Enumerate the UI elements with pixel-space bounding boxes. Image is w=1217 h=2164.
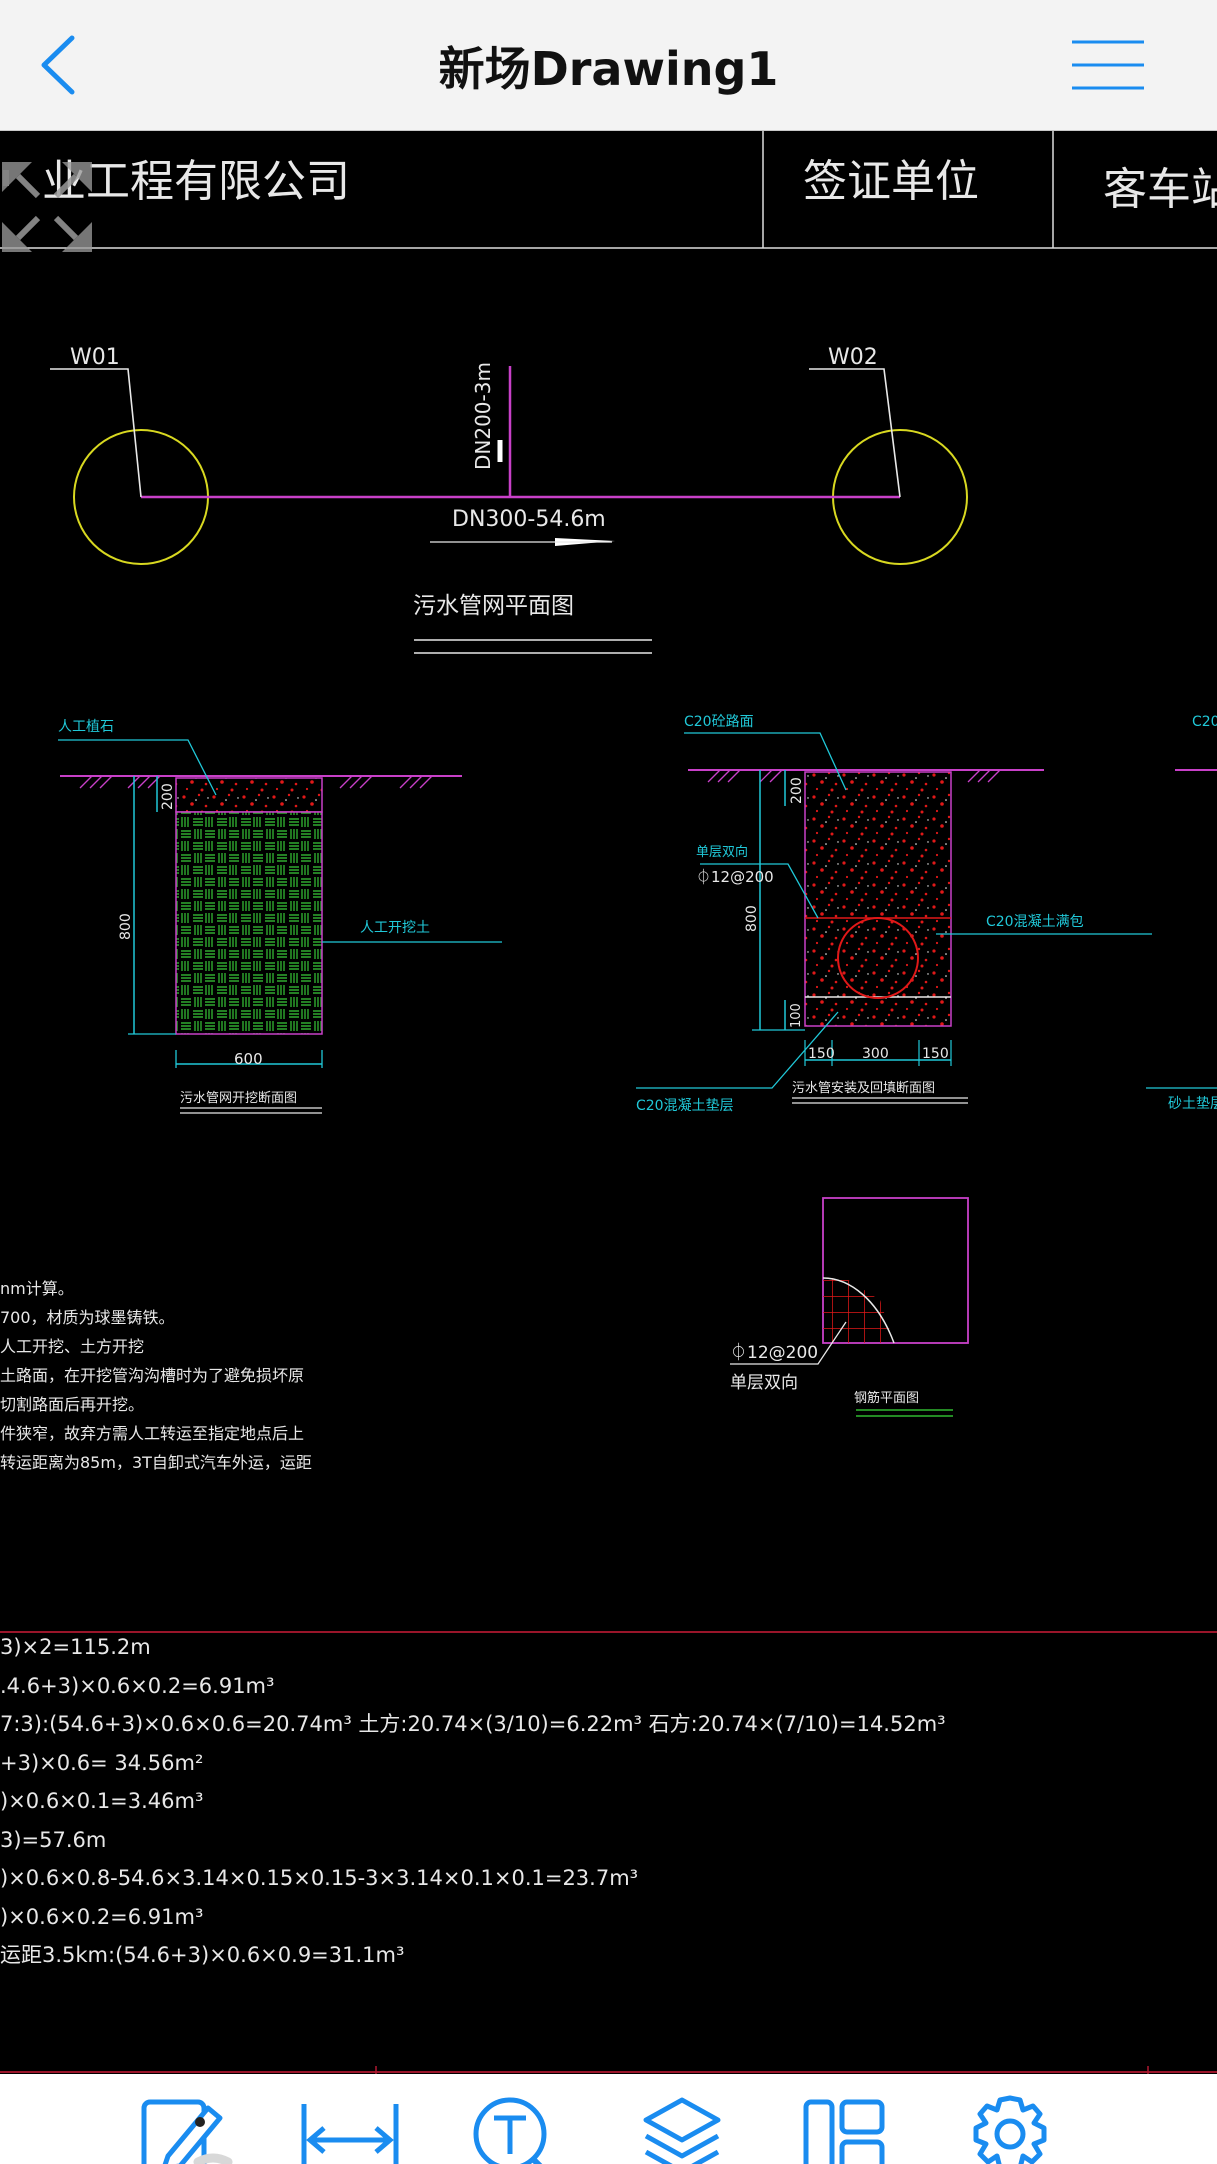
right-section-title: 污水管安装及回填断面图 [792,1081,935,1096]
far-right-top-label: C20 [1192,714,1217,730]
menu-icon[interactable] [1070,36,1146,94]
layers-icon[interactable] [632,2094,732,2164]
note-line: 转运距离为85m，3T自卸式汽车外运，运距 [0,1453,312,1472]
right-dim-200: 200 [789,777,805,804]
note-line: 土路面，在开挖管沟沟槽时为了避免损坏原 [0,1366,304,1385]
cad-canvas[interactable]: 业工程有限公司 签证单位 客车站 W01 W02 DN200-3m DN300-… [0,131,1217,2074]
calc-line: 运距3.5km:(54.6+3)×0.6×0.9=31.1m³ [0,1943,404,1967]
rebar-plan-label-2: 单层双向 [730,1373,798,1393]
bottom-toolbar [0,2074,1217,2164]
settings-gear-icon[interactable] [960,2094,1060,2164]
rebar-plan-title: 钢筋平面图 [854,1390,919,1406]
right-dim-800: 800 [744,905,760,932]
right-top-label: C20砼路面 [684,714,754,730]
calc-line: .4.6+3)×0.6×0.2=6.91m³ [0,1674,274,1698]
left-dim-600: 600 [234,1050,263,1068]
calc-line: 7:3):(54.6+3)×0.6×0.6=20.74m³ 土方:20.74×(… [0,1712,946,1736]
left-section-title: 污水管网开挖断面图 [180,1091,297,1106]
trench-section-right: C20砼路面 单层双向 ⏀12@200 200 800 100 C20混凝土满包… [636,714,1217,1114]
quantity-calculations: 3)×2=115.2m .4.6+3)×0.6×0.2=6.91m³ 7:3):… [0,1635,946,1967]
note-line: nm计算。 [0,1279,74,1298]
right-rebar-label-1: 单层双向 [696,844,748,860]
design-notes: nm计算。 700，材质为球墨铸铁。 人工开挖、土方开挖 土路面，在开挖管沟沟槽… [0,1279,312,1472]
right-side-label: C20混凝土满包 [986,914,1084,930]
edit-icon[interactable] [138,2094,238,2164]
rebar-plan: ⏀12@200 单层双向 钢筋平面图 [730,1197,969,1417]
note-line: 人工开挖、土方开挖 [0,1337,144,1356]
note-line: 件狭窄，故弃方需人工转运至指定地点后上 [0,1424,304,1443]
left-top-label: 人工植石 [58,719,114,735]
note-line: 切割路面后再开挖。 [0,1395,144,1414]
note-line: 700，材质为球墨铸铁。 [0,1308,175,1327]
calc-line: +3)×0.6= 34.56m² [0,1751,203,1775]
measure-distance-icon[interactable] [300,2094,400,2164]
well-label-w02: W02 [828,345,878,370]
title-block-partial-cell: 客车站 [1103,164,1217,215]
title-block-visa-unit: 签证单位 [803,156,979,207]
right-rebar-label-2: ⏀12@200 [696,868,774,886]
branch-pipe-label: DN200-3m [471,362,495,470]
title-block: 业工程有限公司 签证单位 客车站 [0,131,1217,249]
main-pipe-label: DN300-54.6m [452,507,606,532]
layout-icon[interactable] [800,2094,900,2164]
calc-line: 3)×2=115.2m [0,1635,151,1659]
right-dim-150a: 150 [808,1046,835,1062]
calc-line: )×0.6×0.8-54.6×3.14×0.15×0.15-3×3.14×0.1… [0,1866,638,1890]
right-dim-100: 100 [789,1003,804,1028]
rebar-plan-label-1: ⏀12@200 [730,1342,818,1363]
left-dim-200: 200 [160,783,176,810]
calc-line: 3)=57.6m [0,1828,106,1852]
well-label-w01: W01 [70,345,120,370]
right-dim-300: 300 [862,1046,889,1062]
right-dim-150b: 150 [922,1046,949,1062]
calc-line: )×0.6×0.1=3.46m³ [0,1789,203,1813]
title-block-company: 业工程有限公司 [0,156,350,207]
text-search-icon[interactable] [468,2094,568,2164]
far-right-bottom-label: 砂土垫层 [1168,1096,1217,1112]
left-side-label: 人工开挖土 [360,920,430,936]
nav-bar: 新场Drawing1 [0,0,1217,131]
left-dim-800: 800 [118,913,134,940]
calc-line: )×0.6×0.2=6.91m³ [0,1905,203,1929]
plan-title: 污水管网平面图 [413,593,574,619]
pipe-network-plan: W01 W02 DN200-3m DN300-54.6m 污水管网平面图 [50,345,968,654]
right-bottom-label: C20混凝土垫层 [636,1098,734,1114]
trench-section-left: 人工植石 200 800 人工开挖土 600 污水管网开挖断面图 [58,719,502,1114]
page-title: 新场Drawing1 [438,42,779,96]
